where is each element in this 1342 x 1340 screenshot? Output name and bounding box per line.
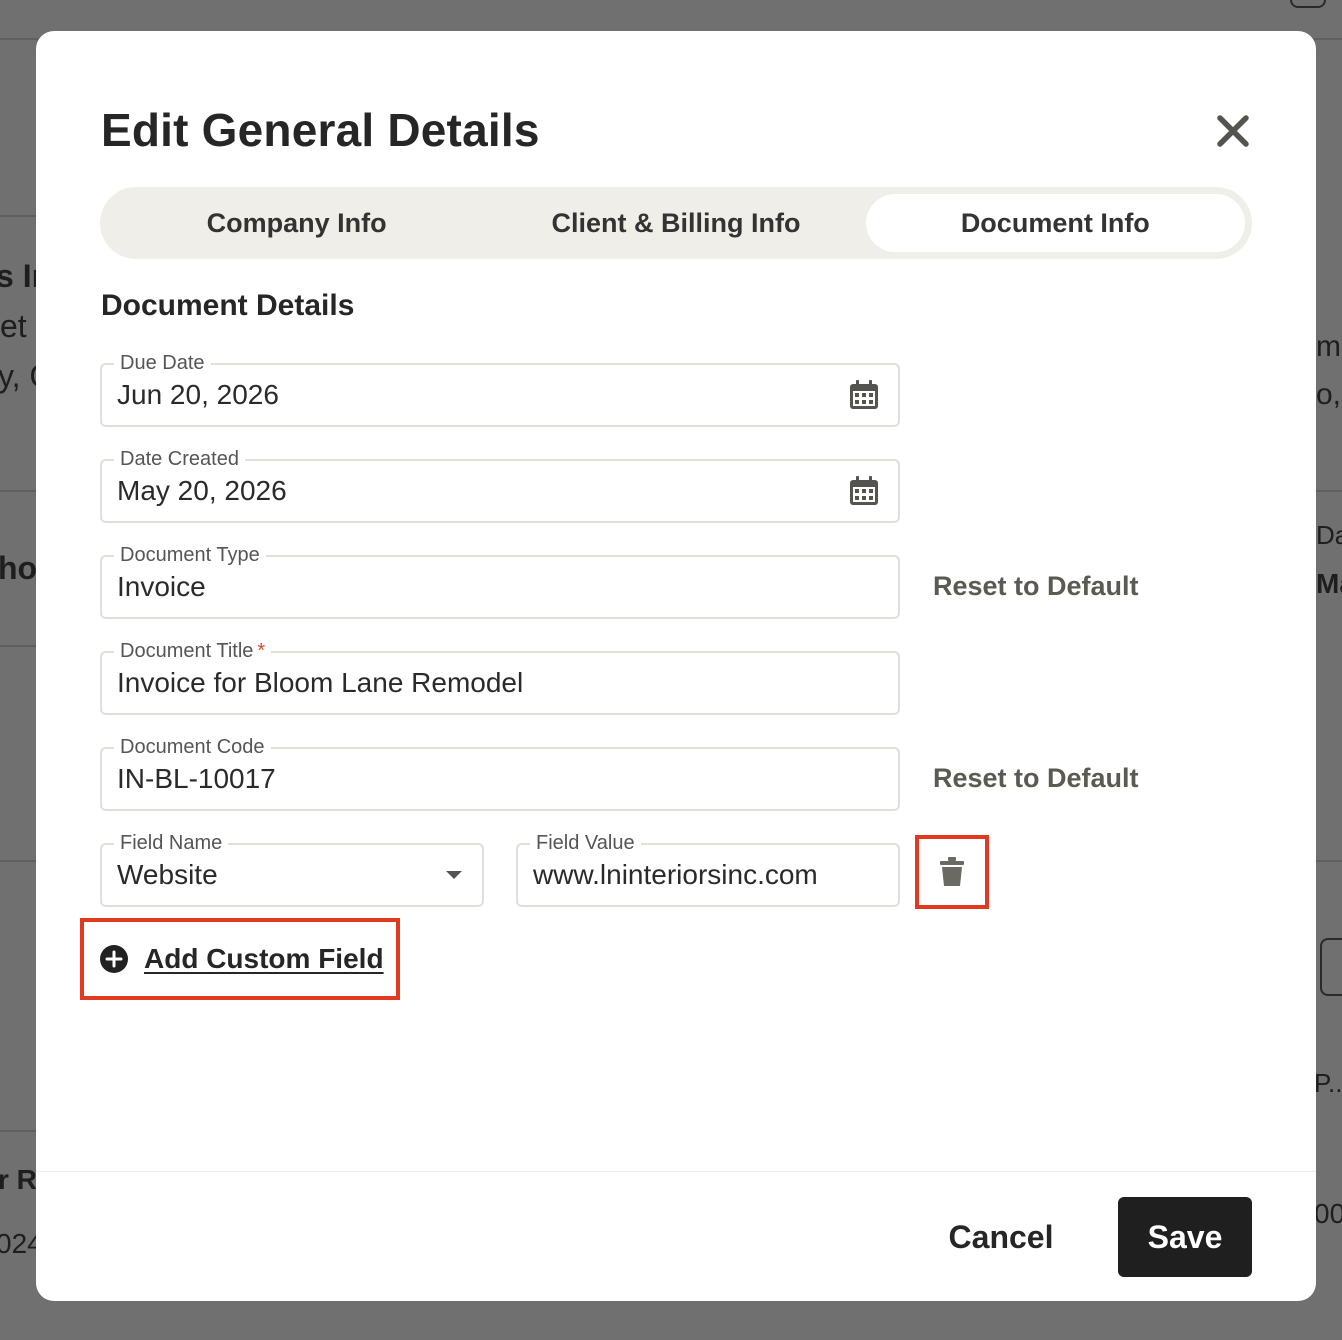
bg-text: P...: [1314, 1068, 1342, 1098]
document-code-label: Document Code: [114, 734, 271, 760]
document-title-field[interactable]: Document Title * Invoice for Bloom Lane R…: [100, 638, 900, 715]
custom-field-value-label: Field Value: [530, 830, 641, 856]
trash-icon: [940, 857, 964, 886]
custom-field-name-select[interactable]: Field Name Website: [100, 830, 484, 907]
bg-button: [1320, 938, 1342, 996]
bg-text: r R: [0, 1164, 37, 1195]
bg-divider: [1316, 860, 1342, 862]
document-title-label-text: Document Title: [120, 640, 254, 662]
bg-text: o,: [1316, 378, 1342, 411]
add-custom-field-label: Add Custom Field: [144, 943, 384, 974]
bg-divider: [0, 490, 40, 492]
section-title: Document Details: [101, 289, 355, 322]
tab-document-info[interactable]: Document Info: [865, 194, 1245, 252]
document-code-value: IN-BL-10017: [117, 763, 276, 794]
footer-divider: [36, 1171, 1316, 1172]
tab-company-info[interactable]: Company Info: [107, 194, 486, 252]
bg-divider: [1316, 490, 1342, 492]
date-created-label: Date Created: [114, 446, 245, 472]
modal-title: Edit General Details: [101, 104, 540, 156]
document-code-field[interactable]: Document Code IN-BL-10017: [100, 734, 900, 811]
close-button[interactable]: [1211, 109, 1255, 153]
bg-divider: [0, 645, 40, 647]
reset-document-code-button[interactable]: Reset to Default: [933, 763, 1139, 794]
document-title-value: Invoice for Bloom Lane Remodel: [117, 667, 524, 698]
required-asterisk: *: [257, 640, 266, 662]
edit-general-details-modal: Edit General Details Company Info Client…: [36, 31, 1316, 1301]
tab-client-billing-info[interactable]: Client & Billing Info: [486, 194, 865, 252]
bg-button: [1290, 0, 1326, 8]
save-button[interactable]: Save: [1118, 1197, 1252, 1277]
calendar-icon[interactable]: [848, 379, 880, 411]
close-icon: [1217, 115, 1249, 147]
cancel-button[interactable]: Cancel: [931, 1197, 1071, 1277]
bg-divider: [0, 1130, 40, 1132]
bg-text: 00: [1314, 1198, 1342, 1229]
due-date-field[interactable]: Due Date Jun 20, 2026: [100, 350, 900, 427]
bg-text: mi: [1316, 330, 1342, 363]
custom-field-name-value: Website: [117, 859, 218, 890]
custom-field-value-value: www.lninteriorsinc.com: [533, 859, 818, 890]
calendar-icon[interactable]: [848, 475, 880, 507]
delete-custom-field-button[interactable]: [915, 835, 989, 909]
tab-bar: Company Info Client & Billing Info Docum…: [100, 187, 1252, 259]
due-date-label: Due Date: [114, 350, 211, 376]
bg-text: Da: [1316, 520, 1342, 550]
document-type-value: Invoice: [117, 571, 206, 602]
date-created-value: May 20, 2026: [117, 475, 287, 506]
plus-circle-icon: [100, 945, 128, 973]
document-title-label: Document Title *: [114, 638, 272, 664]
date-created-field[interactable]: Date Created May 20, 2026: [100, 446, 900, 523]
bg-divider: [0, 860, 40, 862]
document-type-field[interactable]: Document Type Invoice: [100, 542, 900, 619]
custom-field-name-label: Field Name: [114, 830, 229, 856]
chevron-down-icon[interactable]: [446, 871, 462, 879]
add-custom-field-button[interactable]: Add Custom Field: [80, 918, 400, 1000]
reset-document-type-button[interactable]: Reset to Default: [933, 571, 1139, 602]
custom-field-value-input[interactable]: Field Value www.lninteriorsinc.com: [516, 830, 900, 907]
bg-text: Ma: [1316, 568, 1342, 599]
due-date-value: Jun 20, 2026: [117, 379, 279, 410]
bg-text: et: [0, 308, 27, 344]
bg-divider: [0, 215, 40, 217]
document-type-label: Document Type: [114, 542, 266, 568]
